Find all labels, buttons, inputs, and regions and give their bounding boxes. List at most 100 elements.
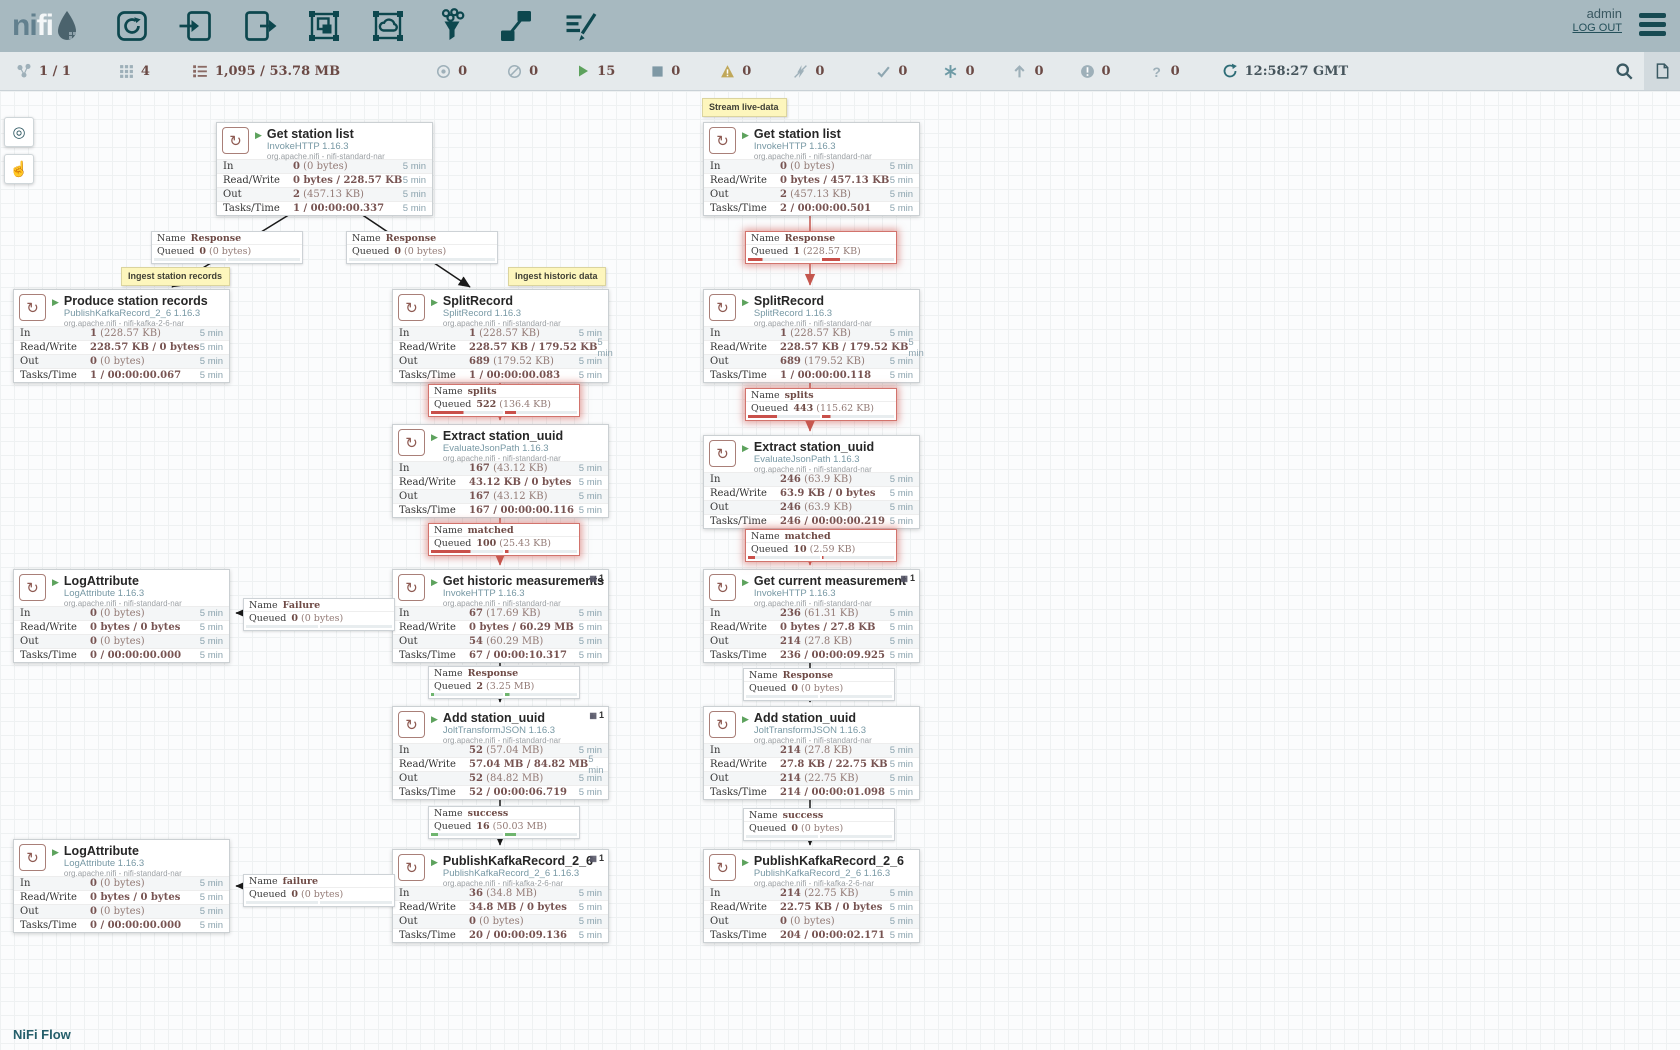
processor-title: LogAttribute xyxy=(64,844,182,858)
processor-node[interactable]: ↻ ▶ LogAttribute LogAttribute 1.16.3 org… xyxy=(13,839,230,933)
connection-queue-label[interactable]: NameResponse Queued1 (228.57 KB) xyxy=(745,231,897,264)
current-user: admin xyxy=(1572,6,1622,21)
birdseye-button[interactable]: ◎ xyxy=(4,117,34,147)
processor-node[interactable]: ↻ ▶ SplitRecord SplitRecord 1.16.3 org.a… xyxy=(703,289,920,383)
connection-queue-label[interactable]: NameResponse Queued0 (0 bytes) xyxy=(151,231,303,264)
stat-window: 5 min xyxy=(200,892,223,903)
processor-node[interactable]: ↻ ▶ Extract station_uuid EvaluateJsonPat… xyxy=(703,435,920,529)
processor-node[interactable]: ↻ ▶ Extract station_uuid EvaluateJsonPat… xyxy=(392,424,609,518)
search-button[interactable] xyxy=(1604,52,1644,90)
processor-type: PublishKafkaRecord_2_6 1.16.3 xyxy=(64,308,208,319)
processor-title: Extract station_uuid xyxy=(443,429,563,443)
processor-type-icon: ↻ xyxy=(19,574,46,601)
running-state-icon: ▶ xyxy=(431,577,438,588)
relationship-name: success xyxy=(468,808,509,819)
connection-queue-label[interactable]: Namesuccess Queued0 (0 bytes) xyxy=(743,808,895,841)
queue-progress-bar xyxy=(244,900,394,906)
stat-window: 5 min xyxy=(403,175,426,186)
stat-window: 5 min xyxy=(200,370,223,381)
processor-title: Add station_uuid xyxy=(443,711,561,725)
funnel-icon[interactable] xyxy=(433,7,471,45)
processor-node[interactable]: ↻ ▶ Add station_uuid JoltTransformJSON 1… xyxy=(392,706,609,800)
processor-bundle: org.apache.nifi - nifi-standard-nar xyxy=(443,319,561,328)
disabled-status: 0 xyxy=(793,64,824,79)
relationship-name: Response xyxy=(783,670,834,681)
canvas-label[interactable]: Ingest station records xyxy=(121,267,230,286)
hand-button[interactable]: ☝ xyxy=(4,154,34,184)
processor-node[interactable]: ↻ ▶ Add station_uuid JoltTransformJSON 1… xyxy=(703,706,920,800)
processor-node[interactable]: ↻ ▶ Get current measurement InvokeHTTP 1… xyxy=(703,569,920,663)
bulletin-sheet-button[interactable] xyxy=(1644,52,1680,90)
processor-node[interactable]: ↻ ▶ Produce station records PublishKafka… xyxy=(13,289,230,383)
up-to-date-icon xyxy=(876,64,891,79)
global-menu-button[interactable] xyxy=(1639,13,1666,40)
processor-type-icon: ↻ xyxy=(19,844,46,871)
canvas-label[interactable]: Stream live-data xyxy=(702,98,787,117)
connection-queue-label[interactable]: NameResponse Queued0 (0 bytes) xyxy=(743,668,895,701)
processor-icon[interactable] xyxy=(113,7,151,45)
processor-node[interactable]: ↻ ▶ Get historic measurements InvokeHTTP… xyxy=(392,569,609,663)
connection-queue-label[interactable]: Namematched Queued10 (2.59 KB) xyxy=(745,529,897,562)
queue-progress-bar xyxy=(347,257,497,263)
connection-queue-label[interactable]: NameFailure Queued0 (0 bytes) xyxy=(243,598,395,631)
stat-window: 5 min xyxy=(890,636,913,647)
processor-node[interactable]: ↻ ▶ SplitRecord SplitRecord 1.16.3 org.a… xyxy=(392,289,609,383)
stat-window: 5 min xyxy=(890,888,913,899)
logout-link[interactable]: LOG OUT xyxy=(1572,21,1622,36)
stat-window: 5 min xyxy=(890,773,913,784)
processor-node[interactable]: ↻ ▶ LogAttribute LogAttribute 1.16.3 org… xyxy=(13,569,230,663)
processor-node[interactable]: ↻ ▶ PublishKafkaRecord_2_6 PublishKafkaR… xyxy=(703,849,920,943)
processor-title: Get current measurement xyxy=(754,574,906,588)
connection-queue-label[interactable]: NameResponse Queued2 (3.25 MB) xyxy=(428,666,580,699)
sync-failure-icon: ? xyxy=(1149,64,1164,79)
processor-title: SplitRecord xyxy=(443,294,561,308)
processor-title: LogAttribute xyxy=(64,574,182,588)
relationship-name: failure xyxy=(283,876,318,887)
input-port-icon[interactable] xyxy=(177,7,215,45)
stat-row-tasks: Tasks/Time 236 / 00:00:09.925 5 min xyxy=(704,648,919,662)
remote-process-group-icon[interactable] xyxy=(369,7,407,45)
processor-node[interactable]: ↻ ▶ PublishKafkaRecord_2_6 PublishKafkaR… xyxy=(392,849,609,943)
connection-queue-label[interactable]: Namefailure Queued0 (0 bytes) xyxy=(243,874,395,907)
output-port-icon[interactable] xyxy=(241,7,279,45)
queue-progress-bar xyxy=(429,549,579,555)
disabled-icon xyxy=(793,64,808,79)
processor-title: Produce station records xyxy=(64,294,208,308)
connection-queue-label[interactable]: Namesplits Queued443 (115.62 KB) xyxy=(745,388,897,421)
connection-queue-label[interactable]: NameResponse Queued0 (0 bytes) xyxy=(346,231,498,264)
stat-row-read-write: Read/Write 57.04 MB / 84.82 MB 5 min xyxy=(393,757,608,771)
running-state-icon: ▶ xyxy=(742,577,749,588)
stat-row-in: In 214 (27.8 KB) 5 min xyxy=(704,743,919,757)
refresh-status[interactable]: 12:58:27 GMT xyxy=(1222,63,1349,79)
processor-node[interactable]: ↻ ▶ Get station list InvokeHTTP 1.16.3 o… xyxy=(703,122,920,216)
processor-bundle: org.apache.nifi - nifi-standard-nar xyxy=(754,736,872,745)
stat-row-out: Out 214 (27.8 KB) 5 min xyxy=(704,634,919,648)
stat-window: 5 min xyxy=(579,463,602,474)
stat-row-tasks: Tasks/Time 0 / 00:00:00.000 5 min xyxy=(14,918,229,932)
stat-window: 5 min xyxy=(890,488,913,499)
processor-type-icon: ↻ xyxy=(398,429,425,456)
up-to-date-status: 0 xyxy=(876,64,907,79)
template-icon[interactable] xyxy=(497,7,535,45)
connection-queue-label[interactable]: Namematched Queued100 (25.43 KB) xyxy=(428,523,580,556)
canvas-palette: ◎ ☝ xyxy=(4,117,34,184)
connection-queue-label[interactable]: Namesplits Queued522 (136.4 KB) xyxy=(428,384,580,417)
relationship-name: Response xyxy=(386,233,437,244)
canvas-label[interactable]: Ingest historic data xyxy=(508,267,606,286)
stat-window: 5 min xyxy=(403,189,426,200)
stale-icon xyxy=(1012,64,1027,79)
connection-queue-label[interactable]: Namesuccess Queued16 (50.03 MB) xyxy=(428,806,580,839)
breadcrumb[interactable]: NiFi Flow xyxy=(13,1027,71,1042)
flow-canvas[interactable]: ◎ ☝ NiFi Flow ↻ ▶ Get station list Invok… xyxy=(0,91,1680,1050)
processor-node[interactable]: ↻ ▶ Get station list InvokeHTTP 1.16.3 o… xyxy=(216,122,433,216)
label-icon[interactable] xyxy=(561,7,599,45)
running-state-icon: ▶ xyxy=(742,297,749,308)
running-state-icon: ▶ xyxy=(431,714,438,725)
invalid-status: 0 xyxy=(720,64,751,79)
stat-window: 5 min xyxy=(890,175,913,186)
processor-type-icon: ↻ xyxy=(709,711,736,738)
processor-type: InvokeHTTP 1.16.3 xyxy=(754,141,872,152)
running-state-icon: ▶ xyxy=(52,847,59,858)
process-group-icon[interactable] xyxy=(305,7,343,45)
stat-row-read-write: Read/Write 27.8 KB / 22.75 KB 5 min xyxy=(704,757,919,771)
